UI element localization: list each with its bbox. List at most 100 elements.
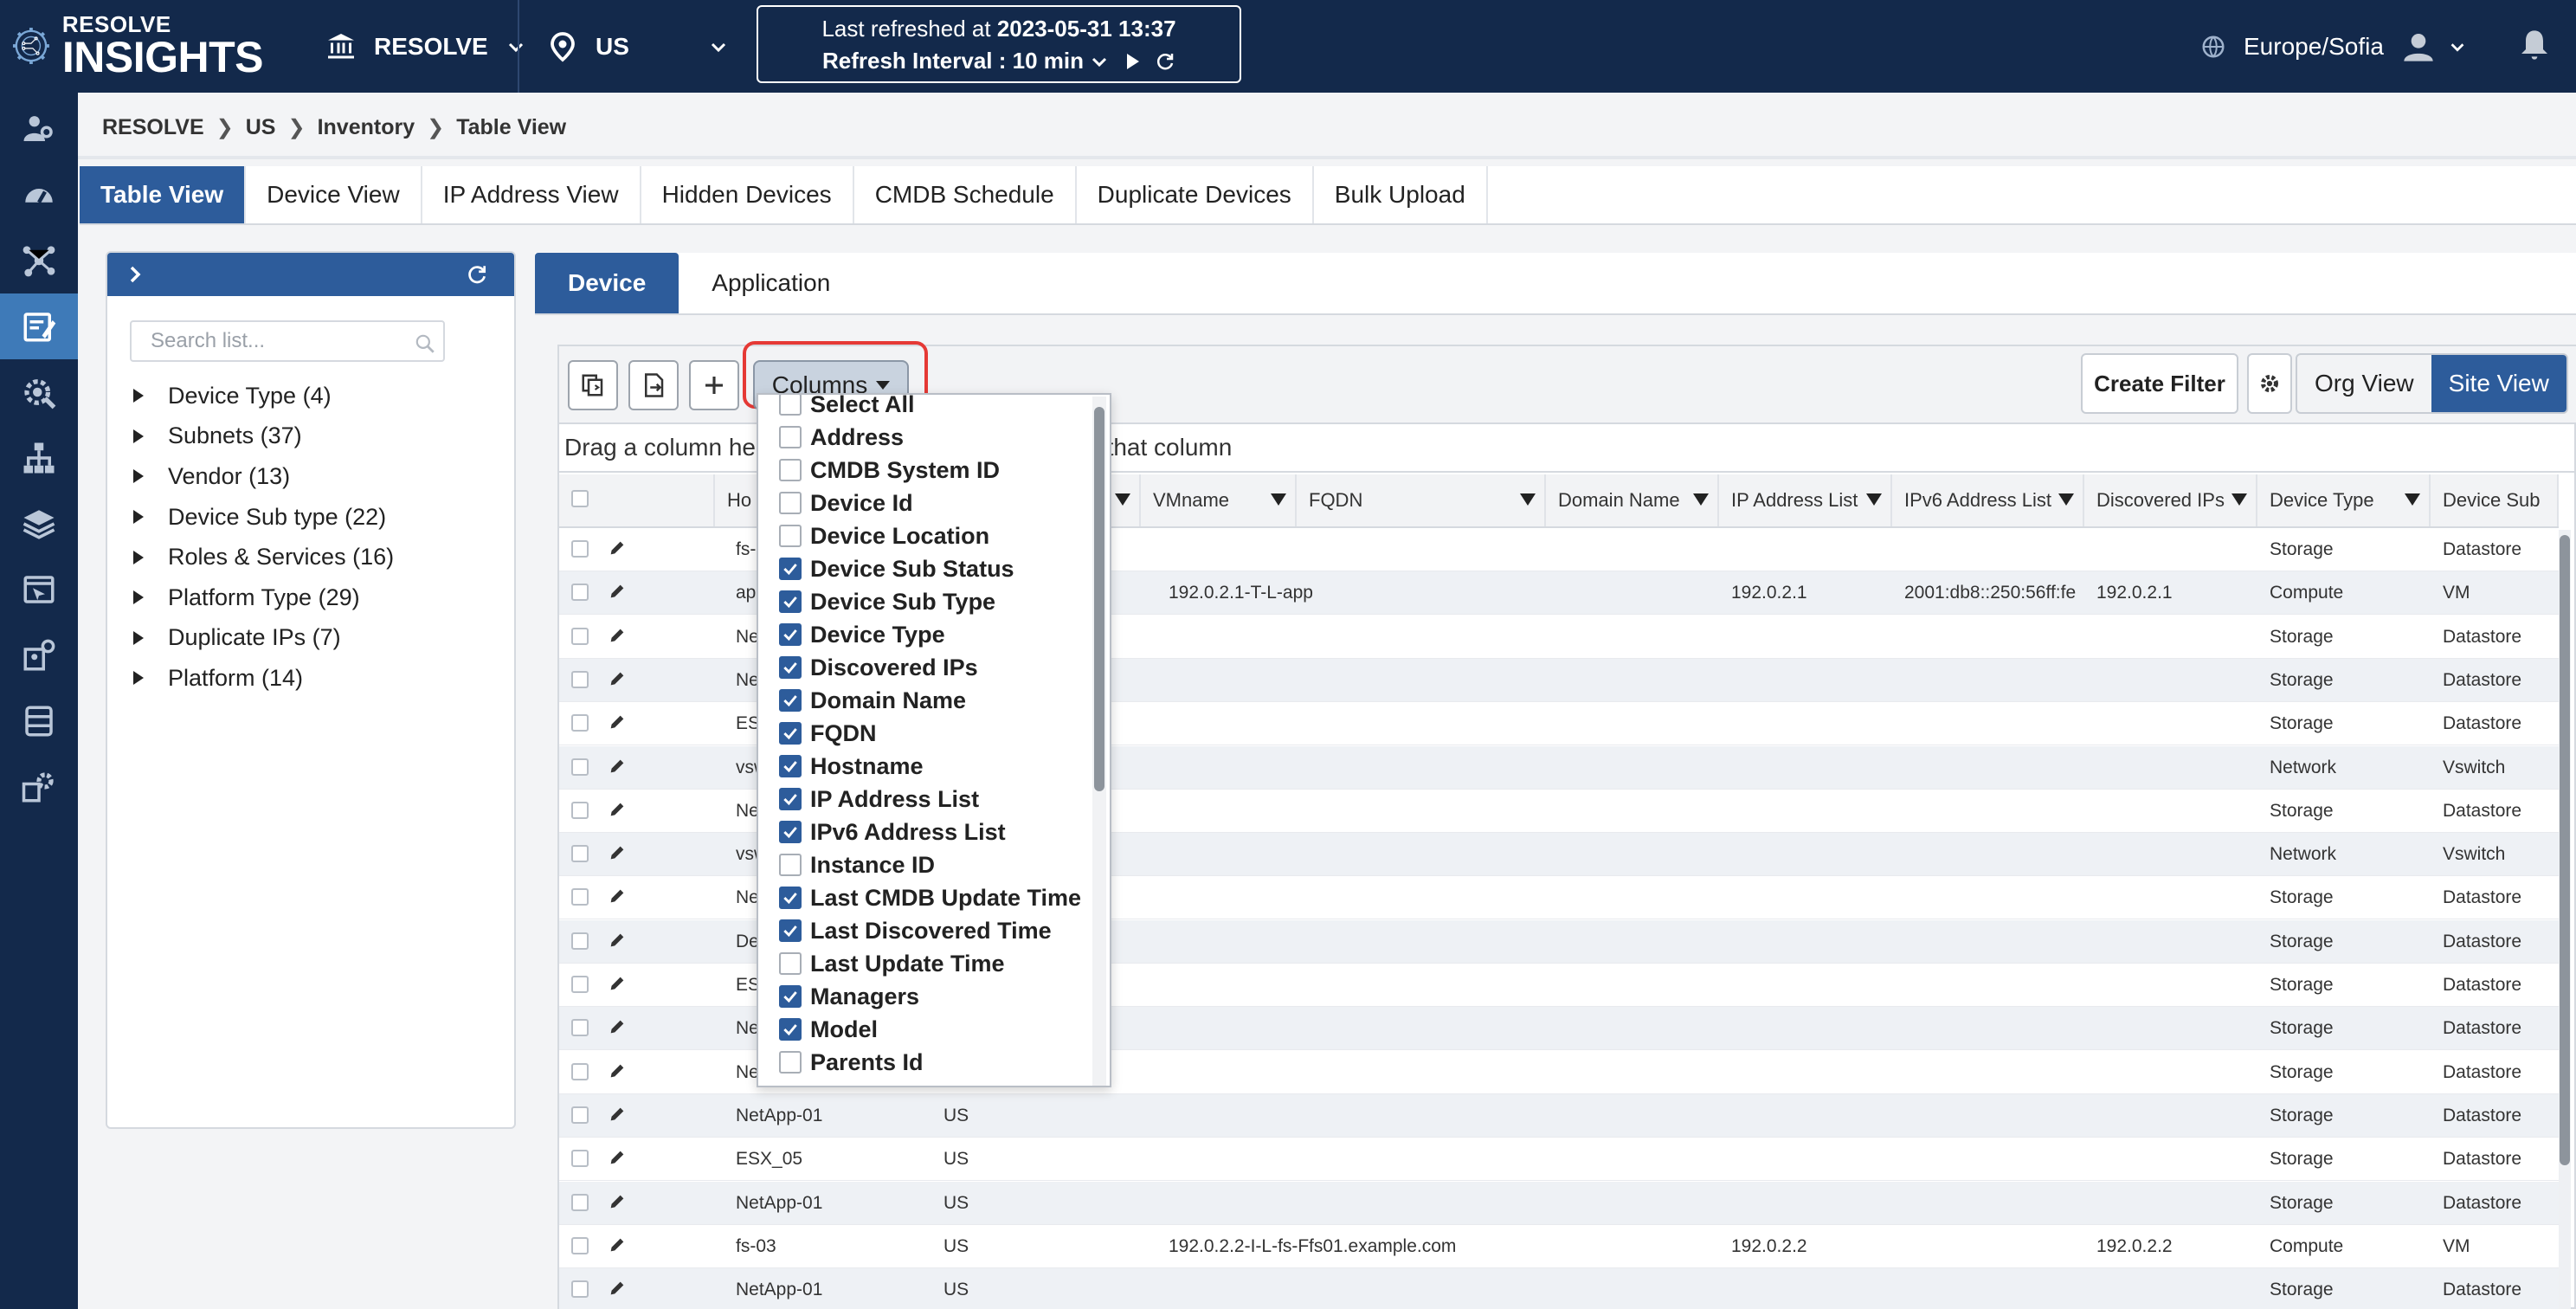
expand-triangle-icon[interactable] [133, 630, 144, 645]
edit-pencil-icon[interactable] [608, 931, 627, 950]
refresh-icon[interactable] [1155, 51, 1175, 72]
filter-funnel-icon[interactable] [1520, 493, 1536, 506]
row-checkbox[interactable] [571, 845, 589, 863]
tab-ip-address-view[interactable]: IP Address View [422, 166, 641, 223]
nav-item-topology[interactable] [0, 425, 78, 491]
column-option[interactable]: Address [779, 421, 1081, 454]
checkbox-unchecked[interactable] [779, 1051, 802, 1074]
expand-triangle-icon[interactable] [133, 510, 144, 525]
tree-item-duplicate-ips[interactable]: Duplicate IPs (7) [133, 618, 394, 659]
search-icon[interactable] [414, 332, 436, 355]
checkbox-unchecked[interactable] [779, 952, 802, 975]
row-checkbox[interactable] [571, 1150, 589, 1168]
row-checkbox[interactable] [571, 801, 589, 819]
timezone-selector[interactable]: Europe/Sofia [2200, 0, 2384, 93]
edit-pencil-icon[interactable] [608, 843, 627, 862]
tab-application[interactable]: Application [679, 253, 863, 313]
edit-pencil-icon[interactable] [608, 887, 627, 906]
header-device-sub-type[interactable]: Device Sub [2431, 474, 2559, 526]
header-vmname[interactable]: VMname [1141, 474, 1297, 526]
column-option[interactable]: Last Discovered Time [779, 914, 1081, 947]
scroll-thumb[interactable] [1094, 407, 1104, 791]
edit-pencil-icon[interactable] [608, 800, 627, 819]
checkbox-checked[interactable] [779, 788, 802, 810]
row-checkbox[interactable] [571, 627, 589, 645]
row-checkbox[interactable] [571, 670, 589, 688]
column-option[interactable]: IPv6 Address List [779, 816, 1081, 848]
column-option[interactable]: Device Location [779, 519, 1081, 552]
row-checkbox[interactable] [571, 1236, 589, 1254]
expand-triangle-icon[interactable] [133, 550, 144, 564]
edit-pencil-icon[interactable] [608, 1192, 627, 1211]
edit-pencil-icon[interactable] [608, 582, 627, 601]
edit-pencil-icon[interactable] [608, 757, 627, 776]
row-checkbox[interactable] [571, 888, 589, 906]
checkbox-unchecked[interactable] [779, 395, 802, 416]
checkbox-checked[interactable] [779, 887, 802, 909]
filter-funnel-icon[interactable] [2231, 493, 2247, 506]
org-view-button[interactable]: Org View [2297, 355, 2431, 412]
nav-item-discovery[interactable] [0, 228, 78, 293]
expand-triangle-icon[interactable] [133, 469, 144, 484]
row-checkbox[interactable] [571, 1193, 589, 1211]
edit-pencil-icon[interactable] [608, 1017, 627, 1036]
column-option[interactable]: Domain Name [779, 684, 1081, 717]
checkbox-unchecked[interactable] [779, 525, 802, 547]
row-checkbox[interactable] [571, 584, 589, 602]
row-checkbox[interactable] [571, 1019, 589, 1037]
breadcrumb-item[interactable]: US [246, 115, 276, 140]
column-option[interactable]: FQDN [779, 717, 1081, 750]
filter-funnel-icon[interactable] [1115, 493, 1130, 506]
edit-pencil-icon[interactable] [608, 1235, 627, 1254]
table-row[interactable]: fs-03 US 192.0.2.2-I-L-fs-F fs01.example.co… [559, 1225, 2559, 1268]
tree-item-device-type[interactable]: Device Type (4) [133, 376, 394, 416]
tab-cmdb-schedule[interactable]: CMDB Schedule [854, 166, 1077, 223]
table-row[interactable]: NetApp-01 US Storage Datastore [559, 1268, 2559, 1309]
column-option[interactable]: Device Id [779, 487, 1081, 519]
checkbox-checked[interactable] [779, 558, 802, 580]
notifications-bell-icon[interactable] [2517, 28, 2552, 62]
column-option[interactable]: Device Type [779, 618, 1081, 651]
column-option[interactable]: Managers [779, 980, 1081, 1013]
tab-table-view[interactable]: Table View [80, 166, 247, 223]
row-checkbox[interactable] [571, 714, 589, 732]
user-menu[interactable] [2401, 0, 2467, 93]
tab-bulk-upload[interactable]: Bulk Upload [1314, 166, 1488, 223]
tree-item-platform-type[interactable]: Platform Type (29) [133, 577, 394, 618]
row-checkbox[interactable] [571, 976, 589, 993]
edit-pencil-icon[interactable] [608, 974, 627, 993]
checkbox-checked[interactable] [779, 755, 802, 777]
tree-item-platform[interactable]: Platform (14) [133, 658, 394, 699]
row-checkbox[interactable] [571, 1106, 589, 1124]
edit-pencil-icon[interactable] [608, 713, 627, 732]
chevron-down-icon[interactable] [1089, 51, 1110, 72]
row-checkbox[interactable] [571, 932, 589, 950]
header-domain-name[interactable]: Domain Name [1546, 474, 1719, 526]
edit-pencil-icon[interactable] [608, 1061, 627, 1080]
chevron-right-icon[interactable] [125, 264, 145, 285]
add-button[interactable] [689, 360, 739, 410]
row-checkbox[interactable] [571, 1280, 589, 1299]
table-row[interactable]: NetApp-01 US Storage Datastore [559, 1093, 2559, 1138]
copy-button[interactable] [568, 360, 618, 410]
checkbox-checked[interactable] [779, 656, 802, 679]
nav-item-reports[interactable] [0, 557, 78, 622]
tab-duplicate-devices[interactable]: Duplicate Devices [1077, 166, 1314, 223]
play-icon[interactable] [1122, 51, 1143, 72]
tab-hidden-devices[interactable]: Hidden Devices [641, 166, 854, 223]
column-option[interactable]: Instance ID [779, 848, 1081, 881]
tree-item-vendor[interactable]: Vendor (13) [133, 456, 394, 497]
tab-device-view[interactable]: Device View [246, 166, 422, 223]
refresh-icon[interactable] [466, 263, 488, 286]
edit-pencil-icon[interactable] [608, 669, 627, 688]
column-option[interactable]: Select All [779, 395, 1081, 421]
expand-triangle-icon[interactable] [133, 590, 144, 605]
export-button[interactable] [628, 360, 679, 410]
column-option[interactable]: Device Sub Type [779, 585, 1081, 618]
tree-item-subnets[interactable]: Subnets (37) [133, 416, 394, 457]
scroll-thumb[interactable] [2560, 535, 2570, 1165]
tree-item-roles-services[interactable]: Roles & Services (16) [133, 537, 394, 577]
checkbox-checked[interactable] [779, 689, 802, 712]
table-row[interactable]: ESX_05 US Storage Datastore [559, 1138, 2559, 1182]
filter-funnel-icon[interactable] [2058, 493, 2074, 506]
